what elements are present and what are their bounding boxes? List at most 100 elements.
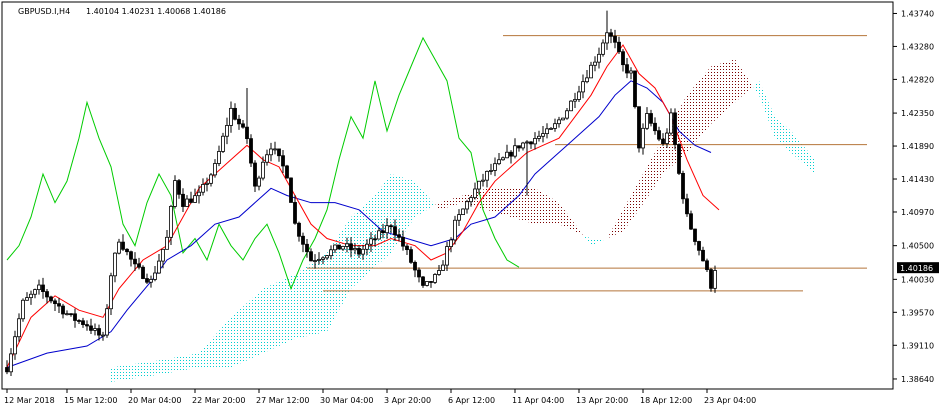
candle-bull bbox=[101, 334, 105, 337]
candle-bear bbox=[57, 303, 61, 307]
cloud-bear-segment bbox=[439, 201, 443, 210]
candle-bear bbox=[653, 122, 657, 132]
cloud-bear-segment bbox=[711, 65, 715, 124]
cloud-bull-segment bbox=[275, 281, 279, 348]
cloud-bear-segment bbox=[483, 188, 487, 210]
candle-bull bbox=[541, 133, 545, 137]
candle-bull bbox=[629, 70, 633, 74]
symbol-header: GBPUSD.I,H4 bbox=[18, 7, 70, 16]
candle-bear bbox=[305, 243, 309, 253]
cloud-bull-segment bbox=[279, 279, 283, 346]
candle-bull bbox=[201, 184, 205, 193]
candle-bear bbox=[89, 325, 93, 331]
cloud-bull-segment bbox=[359, 206, 363, 282]
cloud-bear-segment bbox=[727, 60, 731, 110]
candle-bear bbox=[677, 144, 681, 174]
cloud-bull-segment bbox=[371, 195, 375, 271]
cloud-bull-segment bbox=[243, 303, 247, 363]
candle-bull bbox=[593, 61, 597, 66]
cloud-bear-segment bbox=[551, 197, 555, 225]
cloud-bull-segment bbox=[411, 179, 415, 223]
price-tick-label: 1.39110 bbox=[901, 341, 934, 350]
cloud-bull-segment bbox=[259, 288, 263, 355]
candle-bull bbox=[589, 64, 593, 79]
candle-bull bbox=[545, 128, 549, 135]
candle-bear bbox=[401, 236, 405, 247]
candle-bull bbox=[573, 99, 577, 102]
cloud-bull-segment bbox=[327, 246, 331, 332]
cloud-bear-segment bbox=[731, 59, 735, 106]
cloud-bear-segment bbox=[451, 197, 455, 207]
cloud-bull-segment bbox=[379, 184, 383, 264]
cloud-bull-segment bbox=[111, 366, 115, 382]
cloud-bear-segment bbox=[687, 90, 691, 153]
candle-bull bbox=[273, 148, 277, 151]
candle-bull bbox=[533, 138, 537, 145]
cloud-bear-segment bbox=[503, 188, 507, 216]
candle-bear bbox=[129, 251, 133, 260]
candle-bear bbox=[73, 313, 77, 321]
candle-bull bbox=[569, 100, 573, 112]
price-tick-label: 1.39570 bbox=[901, 308, 934, 317]
candle-bull bbox=[161, 248, 165, 262]
candle-bull bbox=[513, 145, 517, 157]
chart-canvas: 1.43740 1.43280 1.42820 1.42350 1.41890 1.414… bbox=[0, 0, 940, 410]
candle-bull bbox=[269, 148, 273, 156]
cloud-bear-segment bbox=[555, 200, 559, 225]
candle-bull bbox=[577, 91, 581, 100]
candle-bull bbox=[461, 208, 465, 216]
candle-bear bbox=[357, 248, 361, 255]
candle-bull bbox=[481, 179, 485, 182]
candle-bull bbox=[93, 328, 97, 331]
candle-bear bbox=[125, 248, 129, 253]
candle-bull bbox=[329, 249, 333, 257]
cloud-bear-segment bbox=[723, 61, 727, 114]
candle-bear bbox=[133, 258, 137, 265]
candle-bull bbox=[585, 77, 589, 83]
candle-bull bbox=[557, 119, 561, 125]
candle-bear bbox=[5, 367, 9, 373]
cloud-bull-segment bbox=[119, 365, 123, 381]
cloud-bull-segment bbox=[391, 174, 395, 253]
cloud-bull-segment bbox=[351, 213, 355, 289]
cloud-bear-segment bbox=[443, 200, 447, 209]
candle-bear bbox=[233, 107, 237, 120]
cloud-bull-segment bbox=[347, 217, 351, 296]
cloud-bear-segment bbox=[531, 188, 535, 225]
candle-bear bbox=[685, 198, 689, 215]
cloud-bull-segment bbox=[227, 317, 231, 368]
cloud-bull-segment bbox=[159, 359, 163, 375]
candle-bull bbox=[9, 353, 13, 373]
candle-bear bbox=[509, 151, 513, 157]
cloud-bull-segment bbox=[239, 306, 243, 364]
price-tick-label: 1.41430 bbox=[901, 175, 934, 184]
cloud-bull-segment bbox=[315, 258, 319, 335]
candle-bear bbox=[141, 266, 145, 279]
candle-bull bbox=[497, 159, 501, 165]
candle-bull bbox=[261, 161, 265, 179]
candle-bear bbox=[237, 118, 241, 125]
candle-bear bbox=[253, 162, 257, 187]
candle-bull bbox=[313, 260, 317, 262]
candle-bull bbox=[217, 151, 221, 164]
cloud-bull-segment bbox=[123, 365, 127, 381]
cloud-bear-segment bbox=[459, 195, 463, 204]
candle-bull bbox=[477, 180, 481, 190]
cloud-bear-segment bbox=[491, 188, 495, 213]
candle-bull bbox=[445, 246, 449, 266]
cloud-bull-segment bbox=[299, 268, 303, 338]
cloud-bull-segment bbox=[403, 177, 407, 235]
candle-bear bbox=[613, 35, 617, 43]
cloud-bull-segment bbox=[775, 116, 779, 142]
candle-bull bbox=[469, 197, 473, 203]
candle-bull bbox=[169, 205, 173, 238]
candle-bull bbox=[149, 279, 153, 283]
cloud-bull-segment bbox=[211, 335, 215, 368]
cloud-bull-segment bbox=[235, 310, 239, 366]
candle-bull bbox=[173, 180, 177, 207]
candle-bull bbox=[117, 241, 121, 254]
cloud-bull-segment bbox=[383, 179, 387, 260]
candle-bear bbox=[609, 32, 613, 37]
candle-bear bbox=[281, 155, 285, 167]
cloud-bear-segment bbox=[447, 199, 451, 208]
